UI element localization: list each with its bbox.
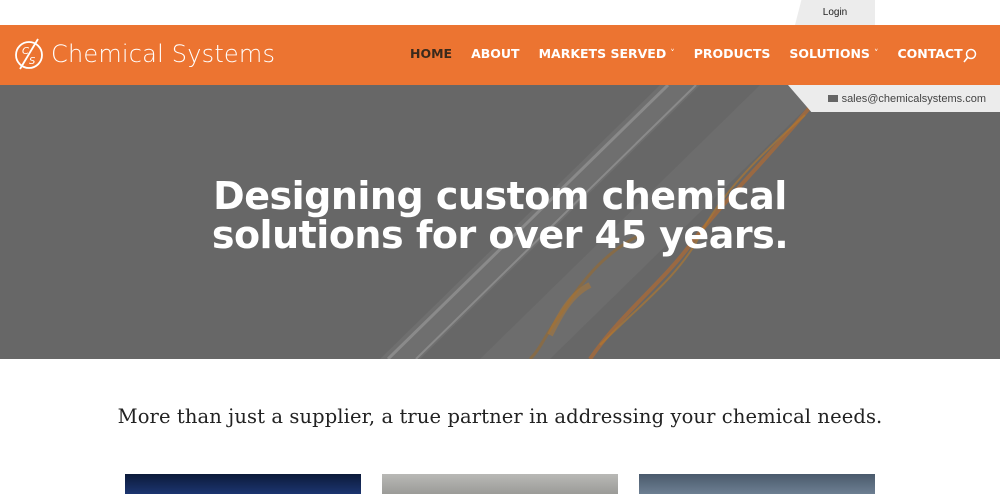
hero-title-line-1: Designing custom chemical xyxy=(213,174,787,218)
login-link[interactable]: Login xyxy=(795,0,875,25)
logo-mark-icon: C S xyxy=(15,38,43,70)
logo-text: Chemical Systems xyxy=(51,40,276,68)
site-logo[interactable]: C S Chemical Systems xyxy=(13,36,275,72)
feature-card-2[interactable] xyxy=(382,474,618,494)
nav-about-label: ABOUT xyxy=(471,46,520,61)
feature-card-3[interactable] xyxy=(639,474,875,494)
nav-home-label: HOME xyxy=(410,46,453,61)
nav-solutions-label: SOLUTIONS xyxy=(789,46,870,61)
hero-title: Designing custom chemical solutions for … xyxy=(0,177,1000,255)
chevron-down-icon: ˅ xyxy=(670,48,675,59)
email-contact-link[interactable]: sales@chemicalsystems.com xyxy=(788,85,1000,112)
nav-about[interactable]: ABOUT xyxy=(471,46,520,61)
nav-contact-label: CONTACT xyxy=(897,46,963,61)
feature-card-1[interactable] xyxy=(125,474,361,494)
top-utility-bar: Login xyxy=(0,0,1000,25)
nav-markets-served-label: MARKETS SERVED xyxy=(538,46,667,61)
intro-tagline: More than just a supplier, a true partne… xyxy=(117,405,883,428)
nav-products-label: PRODUCTS xyxy=(693,46,771,61)
main-nav: HOME ABOUT MARKETS SERVED ˅ PRODUCTS SOL… xyxy=(410,46,963,61)
site-header: C S Chemical Systems HOME ABOUT MARKETS … xyxy=(0,25,1000,85)
search-icon[interactable] xyxy=(963,48,977,64)
envelope-icon xyxy=(827,95,838,102)
svg-text:S: S xyxy=(29,56,36,67)
nav-markets-served[interactable]: MARKETS SERVED ˅ xyxy=(539,46,675,61)
nav-solutions[interactable]: SOLUTIONS ˅ xyxy=(789,46,878,61)
nav-contact[interactable]: CONTACT xyxy=(897,46,962,61)
nav-home[interactable]: HOME xyxy=(410,46,452,61)
email-address: sales@chemicalsystems.com xyxy=(841,92,986,105)
svg-text:C: C xyxy=(22,46,29,57)
nav-products[interactable]: PRODUCTS xyxy=(694,46,771,61)
hero-title-line-2: solutions for over 45 years. xyxy=(211,213,789,257)
chevron-down-icon: ˅ xyxy=(873,48,879,59)
